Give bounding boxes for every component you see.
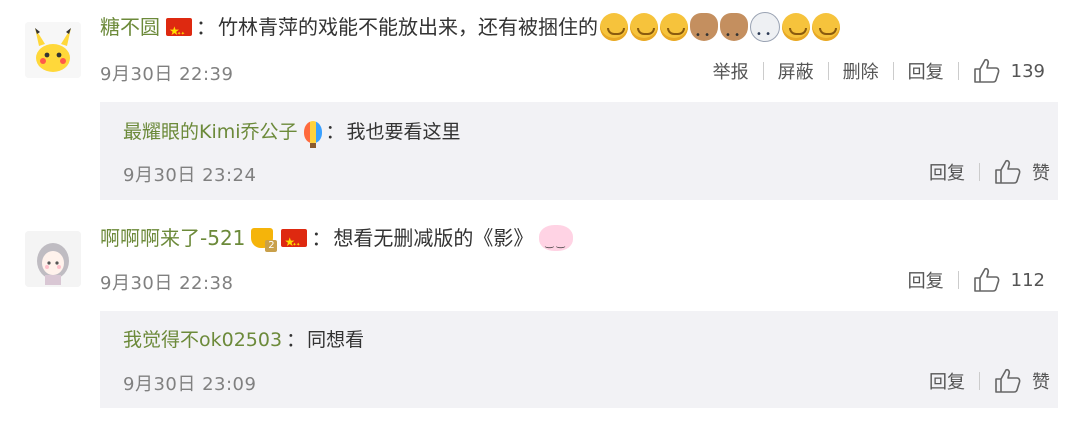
husky-emoji-icon: [750, 12, 780, 51]
reply-time: 9月30日 23:24: [123, 165, 257, 186]
like-label: 赞: [1032, 372, 1050, 393]
delete-button[interactable]: 删除: [829, 58, 893, 84]
like-count: 112: [1010, 269, 1045, 291]
username-link[interactable]: 啊啊啊来了-521: [100, 222, 245, 254]
reply-actions: 回复 赞: [915, 368, 1050, 394]
colon: ：: [196, 15, 216, 39]
username-link[interactable]: 糖不圆: [100, 11, 160, 43]
sad-face-emoji-icon: [600, 13, 628, 41]
colon: ：: [311, 226, 332, 250]
pikachu-avatar-icon: [25, 22, 81, 78]
avatar[interactable]: [25, 231, 81, 287]
block-button[interactable]: 屏蔽: [764, 58, 828, 84]
report-button[interactable]: 举报: [699, 58, 763, 84]
comment-actions: 回复 112: [894, 267, 1045, 293]
crown-badge-icon: [251, 228, 278, 252]
comment-header: 啊啊啊来了-521 ： 想看无删减版的《影》: [100, 222, 574, 261]
thumbs-up-icon: [973, 58, 1000, 83]
reply-text: 同想看: [307, 329, 365, 351]
reply-box: 最耀眼的Kimi乔公子 ： 我也要看这里 9月30日 23:24 回复 赞: [100, 102, 1058, 200]
comment-text: 想看无删减版的《影》: [333, 226, 534, 250]
girl-avatar-icon: [25, 231, 81, 287]
thumbs-up-icon: [995, 159, 1021, 184]
reply-button[interactable]: 回复: [915, 368, 979, 394]
reply-button[interactable]: 回复: [915, 159, 979, 185]
reply-button[interactable]: 回复: [894, 58, 958, 84]
china-flag-icon: [281, 226, 308, 261]
reply-username-link[interactable]: 最耀眼的Kimi乔公子: [123, 118, 298, 146]
reply-header: 最耀眼的Kimi乔公子 ： 我也要看这里: [123, 118, 461, 148]
thumbs-up-icon: [995, 368, 1021, 393]
china-flag-icon: [166, 15, 192, 50]
comment-actions: 举报 屏蔽 删除 回复 139: [699, 58, 1045, 84]
smirk-emoji-icon: [782, 13, 810, 41]
reply-actions: 回复 赞: [915, 159, 1050, 185]
like-label: 赞: [1032, 163, 1050, 184]
like-count: 139: [1010, 60, 1045, 82]
thumbs-up-icon: [973, 267, 1000, 292]
like-button[interactable]: 112: [959, 267, 1045, 293]
like-button[interactable]: 139: [959, 58, 1045, 84]
reply-header: 我觉得不ok02503 ： 同想看: [123, 326, 364, 354]
sad-face-emoji-icon: [630, 13, 658, 41]
reply-time: 9月30日 23:09: [123, 374, 257, 395]
comment-time: 9月30日 22:38: [100, 273, 234, 294]
like-button[interactable]: 赞: [980, 159, 1050, 185]
balloon-icon: [303, 121, 322, 148]
colon: ：: [325, 121, 345, 143]
smirk-emoji-icon: [812, 13, 840, 41]
comment-header: 糖不圆 ： 竹林青萍的戏能不能放出来，还有被捆住的: [100, 11, 840, 52]
rabbit-emoji-icon: [539, 225, 574, 260]
reply-username-link[interactable]: 我觉得不ok02503: [123, 326, 282, 354]
reply-box: 我觉得不ok02503 ： 同想看 9月30日 23:09 回复 赞: [100, 311, 1058, 408]
comment-time: 9月30日 22:39: [100, 64, 234, 85]
avatar[interactable]: [25, 22, 81, 78]
comment-text: 竹林青萍的戏能不能放出来，还有被捆住的: [218, 15, 598, 39]
reply-text: 我也要看这里: [346, 121, 461, 143]
sad-face-emoji-icon: [660, 13, 688, 41]
cat-emoji-icon: [690, 13, 718, 52]
colon: ：: [286, 329, 306, 351]
cat-emoji-icon: [720, 13, 748, 52]
like-button[interactable]: 赞: [980, 368, 1050, 394]
reply-button[interactable]: 回复: [894, 267, 958, 293]
